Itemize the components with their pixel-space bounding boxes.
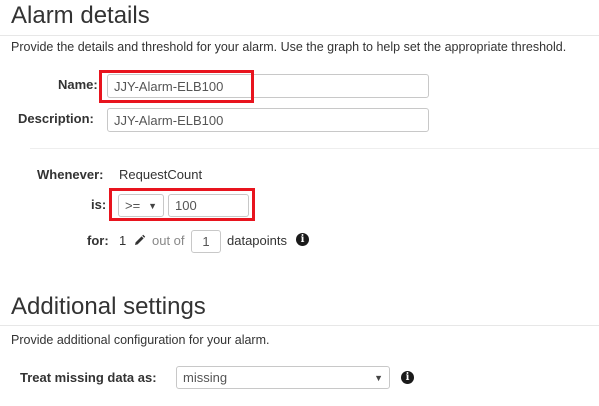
name-input[interactable]: [107, 74, 429, 98]
pencil-icon[interactable]: [133, 234, 146, 247]
missing-data-value: missing: [183, 370, 228, 385]
additional-settings-title: Additional settings: [11, 293, 206, 320]
is-label: is:: [91, 197, 107, 212]
for-count: 1: [119, 233, 127, 248]
datapoints-input[interactable]: [191, 230, 221, 253]
description-label: Description:: [18, 111, 94, 126]
name-label: Name:: [58, 77, 98, 92]
info-icon[interactable]: i: [296, 233, 309, 246]
alarm-details-description: Provide the details and threshold for yo…: [11, 40, 567, 54]
missing-data-label: Treat missing data as:: [20, 370, 157, 385]
operator-select[interactable]: >= ▼: [118, 194, 164, 217]
operator-value: >=: [125, 198, 141, 213]
chevron-down-icon: ▼: [374, 372, 383, 383]
threshold-input[interactable]: [168, 194, 249, 217]
chevron-down-icon: ▼: [148, 200, 157, 211]
description-input[interactable]: [107, 108, 429, 132]
additional-settings-description: Provide additional configuration for you…: [11, 333, 270, 347]
whenever-label: Whenever:: [37, 167, 104, 182]
alarm-details-title: Alarm details: [11, 2, 150, 29]
section-divider: [0, 325, 599, 326]
datapoints-text: datapoints: [227, 233, 287, 248]
out-of-text: out of: [152, 233, 185, 248]
missing-data-select[interactable]: missing ▼: [176, 366, 390, 389]
form-divider: [30, 148, 599, 149]
section-divider: [0, 35, 599, 36]
for-label: for:: [87, 233, 109, 248]
info-icon[interactable]: i: [401, 371, 414, 384]
metric-name: RequestCount: [119, 167, 203, 182]
